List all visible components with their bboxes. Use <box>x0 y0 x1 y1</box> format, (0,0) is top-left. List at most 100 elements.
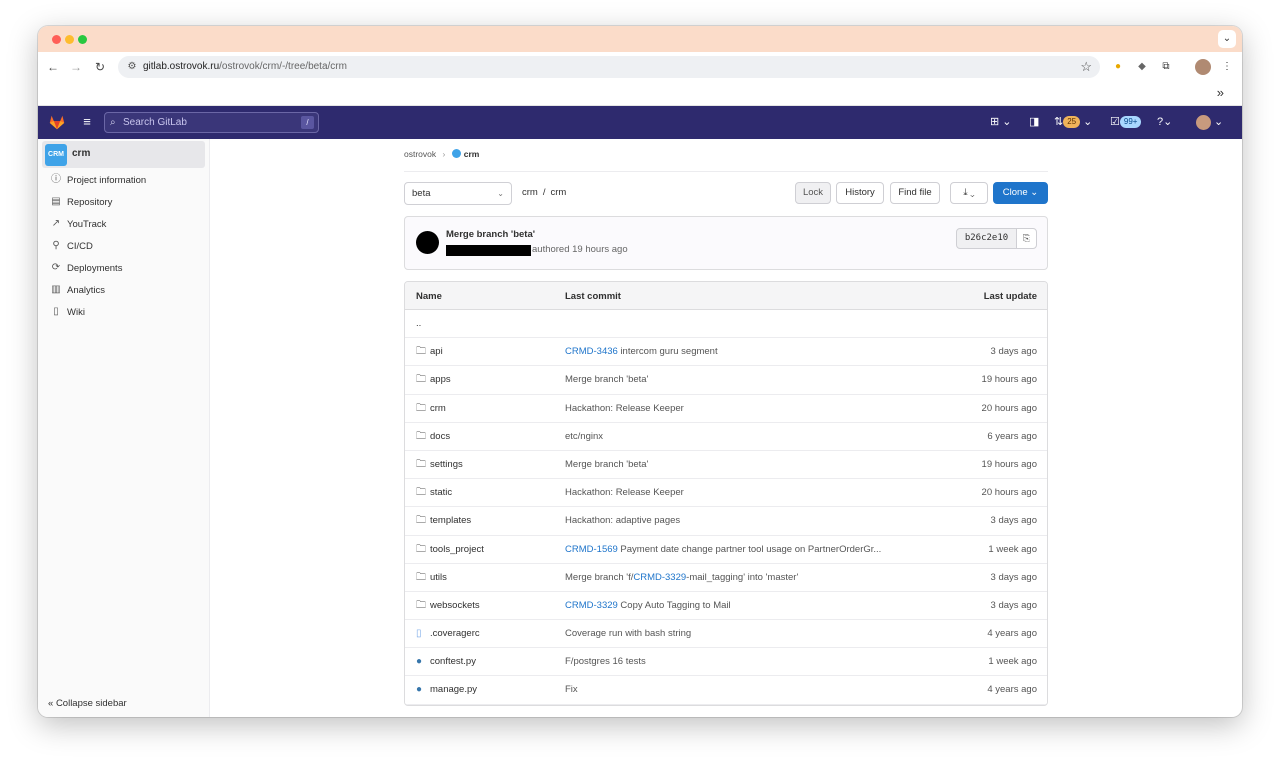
commit-sha-button[interactable]: b26c2e10 <box>956 228 1017 249</box>
parent-directory-link[interactable]: .. <box>416 318 421 330</box>
browser-menu-icon[interactable]: ⋮ <box>1219 59 1235 75</box>
python-file-icon: ● <box>416 684 423 696</box>
file-name-link[interactable]: 🗀 apps <box>416 374 451 386</box>
last-commit-message[interactable]: Merge branch 'beta' <box>565 459 648 471</box>
last-commit-message[interactable]: CRMD-1569 Payment date change partner to… <box>565 544 881 556</box>
menu-icon[interactable]: ≡ <box>79 114 95 130</box>
file-name-link[interactable]: 🗀 websockets <box>416 600 480 612</box>
extension-icon[interactable]: ● <box>1110 59 1126 75</box>
search-input[interactable]: ⌕ Search GitLab / <box>104 112 319 133</box>
table-row[interactable]: 🗀 tools_project CRMD-1569 Payment date cha… <box>405 535 1047 564</box>
file-name-link[interactable]: ● conftest.py <box>416 656 476 668</box>
reload-icon[interactable]: ↻ <box>91 58 109 76</box>
file-name-link[interactable]: ● manage.py <box>416 684 477 696</box>
issue-link[interactable]: CRMD-3329 <box>565 600 618 611</box>
file-name-link[interactable]: 🗀 templates <box>416 515 471 527</box>
branch-selector[interactable]: beta ⌄ <box>404 182 512 205</box>
extensions-puzzle-icon[interactable]: ⧉ <box>1158 59 1174 75</box>
last-commit-message[interactable]: CRMD-3329 Copy Auto Tagging to Mail <box>565 600 731 612</box>
issues-icon[interactable]: ◨ <box>1029 114 1039 130</box>
forward-arrow-icon[interactable]: → <box>67 58 85 76</box>
sidebar-item-wiki[interactable]: ▯ Wiki <box>50 304 205 322</box>
download-button[interactable]: ⤓ ⌄ <box>950 182 988 204</box>
commit-message-text: Hackathon: Release Keeper <box>565 487 684 499</box>
todos-button[interactable]: ☑ 99+ <box>1110 114 1142 130</box>
copy-sha-icon[interactable]: ⎘ <box>1016 228 1037 249</box>
last-commit-message[interactable]: Merge branch 'beta' <box>565 374 648 386</box>
breadcrumb-group-link[interactable]: ostrovok <box>404 149 436 159</box>
file-name-link[interactable]: 🗀 tools_project <box>416 544 484 556</box>
file-name-link[interactable]: 🗀 static <box>416 487 452 499</box>
profile-avatar[interactable] <box>1195 59 1211 75</box>
find-file-button[interactable]: Find file <box>890 182 940 204</box>
issue-link[interactable]: CRMD-3329 <box>633 572 686 583</box>
sidebar-item-deployments[interactable]: ⟳ Deployments <box>50 260 205 278</box>
file-name-link[interactable]: 🗀 settings <box>416 459 463 471</box>
issue-link[interactable]: CRMD-3436 <box>565 346 618 357</box>
table-row[interactable]: 🗀 crm Hackathon: Release Keeper 20 hours ag… <box>405 394 1047 423</box>
maximize-window-button[interactable] <box>78 35 87 44</box>
sidebar-item-repository[interactable]: ▤ Repository <box>50 194 205 212</box>
last-commit-message[interactable]: Fix <box>565 684 578 696</box>
bookmark-star-icon[interactable]: ☆ <box>1080 58 1092 76</box>
address-bar-row: ← → ↻ ⚙ gitlab.ostrovok.ru/ostrovok/crm/… <box>38 52 1242 82</box>
minimize-window-button[interactable] <box>65 35 74 44</box>
last-commit-message[interactable]: etc/nginx <box>565 431 603 443</box>
last-commit-message[interactable]: CRMD-3436 intercom guru segment <box>565 346 718 358</box>
back-arrow-icon[interactable]: ← <box>44 58 62 76</box>
table-row[interactable]: ● conftest.py F/postgres 16 tests 1 week ag… <box>405 648 1047 677</box>
last-commit-message[interactable]: Hackathon: Release Keeper <box>565 487 684 499</box>
close-window-button[interactable] <box>52 35 61 44</box>
address-bar[interactable]: ⚙ gitlab.ostrovok.ru/ostrovok/crm/-/tree… <box>118 56 1100 78</box>
path-current-dir[interactable]: crm <box>550 187 566 198</box>
file-name-link[interactable]: 🗀 utils <box>416 572 447 584</box>
extension-icon[interactable]: ◆ <box>1134 59 1150 75</box>
last-commit-message[interactable]: Coverage run with bash string <box>565 628 691 640</box>
sidebar-item-youtrack[interactable]: ↗ YouTrack <box>50 216 205 234</box>
file-name-link[interactable]: ▯ .coveragerc <box>416 628 480 640</box>
last-commit-message[interactable]: Hackathon: Release Keeper <box>565 403 684 415</box>
url-text[interactable]: gitlab.ostrovok.ru/ostrovok/crm/-/tree/b… <box>143 60 347 74</box>
tab-search-button[interactable]: ⌄ <box>1218 30 1236 48</box>
table-row[interactable]: 🗀 static Hackathon: Release Keeper 20 hours… <box>405 479 1047 508</box>
table-row[interactable]: 🗀 settings Merge branch 'beta' 19 hours ago <box>405 450 1047 480</box>
path-root-link[interactable]: crm <box>522 187 538 198</box>
table-row[interactable]: ● manage.py Fix 4 years ago <box>405 676 1047 705</box>
book-icon: ▯ <box>53 306 59 317</box>
last-commit-message[interactable]: Merge branch 'f/CRMD-3329-mail_tagging' … <box>565 572 798 584</box>
clone-button[interactable]: Clone ⌄ <box>993 182 1048 204</box>
issue-link[interactable]: CRMD-1569 <box>565 544 618 555</box>
table-row[interactable]: ▯ .coveragerc Coverage run with bash strin… <box>405 620 1047 649</box>
site-settings-icon[interactable]: ⚙ <box>124 59 140 75</box>
create-new-button[interactable]: ⊞ ⌄ <box>990 114 1012 130</box>
collapse-sidebar-button[interactable]: « Collapse sidebar <box>48 698 127 709</box>
last-commit-message[interactable]: F/postgres 16 tests <box>565 656 646 668</box>
table-row[interactable]: 🗀 api CRMD-3436 intercom guru segment 3 day… <box>405 338 1047 367</box>
sidebar-project-header[interactable]: CRM crm <box>42 141 205 168</box>
parent-directory-row[interactable]: .. <box>405 310 1047 339</box>
file-name: .coveragerc <box>430 628 480 640</box>
file-name-link[interactable]: 🗀 crm <box>416 403 446 415</box>
table-row[interactable]: 🗀 apps Merge branch 'beta' 19 hours ago <box>405 366 1047 395</box>
file-name-link[interactable]: 🗀 api <box>416 346 443 358</box>
lock-button[interactable]: Lock <box>795 182 831 204</box>
file-name-link[interactable]: 🗀 docs <box>416 431 450 443</box>
history-button[interactable]: History <box>836 182 884 204</box>
commit-title-link[interactable]: Merge branch 'beta' <box>446 229 535 240</box>
user-menu-button[interactable]: ⌄ <box>1196 114 1223 130</box>
table-row[interactable]: 🗀 templates Hackathon: adaptive pages 3 day… <box>405 507 1047 536</box>
sidebar-item-project-information[interactable]: ⓘ Project information <box>50 172 205 190</box>
breadcrumb-project-link[interactable]: crm <box>464 149 480 159</box>
sidebar-item-analytics[interactable]: ▥ Analytics <box>50 282 205 300</box>
gitlab-logo-icon[interactable] <box>48 113 66 131</box>
table-row[interactable]: 🗀 docs etc/nginx 6 years ago <box>405 422 1047 451</box>
author-avatar[interactable] <box>416 231 439 254</box>
help-button[interactable]: ?⌄ <box>1157 114 1172 130</box>
collapse-sidebar-label: Collapse sidebar <box>55 698 127 709</box>
last-commit-message[interactable]: Hackathon: adaptive pages <box>565 515 680 527</box>
more-bookmarks-button[interactable]: » <box>1217 85 1224 100</box>
merge-requests-button[interactable]: ⇅ 25 ⌄ <box>1054 114 1092 130</box>
sidebar-item-cicd[interactable]: ⚲ CI/CD <box>50 238 205 256</box>
table-row[interactable]: 🗀 websockets CRMD-3329 Copy Auto Tagging t… <box>405 591 1047 621</box>
table-row[interactable]: 🗀 utils Merge branch 'f/CRMD-3329-mail_tag… <box>405 563 1047 592</box>
